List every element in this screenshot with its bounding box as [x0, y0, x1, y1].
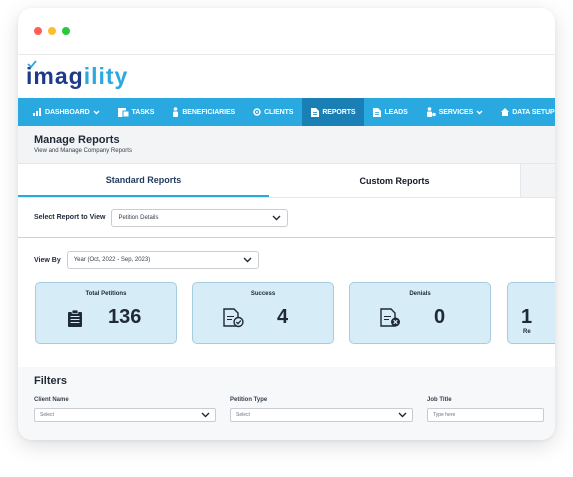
chevron-down-icon	[398, 412, 407, 418]
chevron-down-icon	[201, 412, 210, 418]
chevron-down-icon	[243, 257, 252, 263]
chevron-down-icon	[272, 215, 281, 220]
petition-type-select[interactable]: Select	[230, 408, 413, 422]
nav-item-label: LEADS	[384, 108, 408, 116]
view-by-value: Year (Oct, 2022 - Sep, 2023)	[73, 257, 151, 263]
bar-chart-icon	[33, 108, 41, 116]
nav-item-label: SERVICES	[438, 108, 474, 116]
client-name-label: Client Name	[34, 397, 69, 403]
view-by-dropdown[interactable]: Year (Oct, 2022 - Sep, 2023)	[66, 251, 259, 269]
card-denials[interactable]: Denials 0	[349, 282, 491, 344]
job-title-placeholder: Type here	[433, 412, 456, 418]
nav-item-tasks[interactable]: TASKS	[109, 98, 164, 126]
card-label: Success	[250, 291, 276, 297]
nav-item-label: DATA SETUP	[512, 108, 555, 116]
gear-icon	[253, 108, 261, 116]
doc-check-icon	[223, 308, 244, 328]
app-content: imagility DASHBOARD TASKS BENEFICIARIES …	[18, 54, 555, 440]
logo-check-icon	[27, 60, 37, 68]
logo[interactable]: imagility	[26, 60, 129, 90]
page-subtitle: View and Manage Company Reports	[34, 148, 132, 154]
job-title-input[interactable]: Type here	[427, 408, 544, 422]
petition-type-placeholder: Select	[236, 412, 250, 418]
client-name-placeholder: Select	[40, 412, 54, 418]
view-by-label: View By	[34, 256, 61, 264]
nav-item-reports[interactable]: REPORTS	[302, 98, 365, 126]
nav-item-services[interactable]: SERVICES	[417, 98, 492, 126]
nav-item-clients[interactable]: CLIENTS	[244, 98, 302, 126]
tab-standard-reports[interactable]: Standard Reports	[18, 164, 269, 197]
page-header: Manage Reports View and Manage Company R…	[18, 126, 555, 164]
main-navbar: DASHBOARD TASKS BENEFICIARIES CLIENTS RE…	[18, 98, 555, 126]
card-value: 4	[277, 306, 289, 328]
nav-item-leads[interactable]: LEADS	[364, 98, 416, 126]
nav-item-dashboard[interactable]: DASHBOARD	[24, 98, 109, 126]
minimize-window-button[interactable]	[48, 27, 56, 35]
chevron-down-icon	[476, 110, 483, 114]
card-sub-label: Re	[523, 329, 531, 335]
report-select-dropdown[interactable]: Petition Details	[111, 208, 289, 227]
document-icon	[311, 107, 320, 117]
card-label: Total Petitions	[85, 291, 127, 297]
report-tabs: Standard Reports Custom Reports	[18, 164, 555, 198]
petition-type-label: Petition Type	[230, 397, 268, 403]
filters-title: Filters	[34, 375, 68, 387]
app-window: imagility DASHBOARD TASKS BENEFICIARIES …	[18, 8, 555, 440]
card-partial[interactable]: 1 Re	[507, 282, 555, 344]
tab-custom-reports[interactable]: Custom Reports	[269, 164, 520, 197]
nav-item-data-setup[interactable]: DATA SETUP	[492, 98, 555, 126]
maximize-window-button[interactable]	[62, 27, 70, 35]
job-title-label: Job Title	[427, 397, 452, 403]
card-label: Denials	[409, 291, 431, 297]
report-select-label: Select Report to View	[34, 214, 106, 221]
tabs-filler	[520, 164, 555, 197]
card-value: 136	[108, 306, 142, 328]
card-value: 1	[521, 306, 533, 328]
doc-x-icon	[380, 308, 400, 327]
nav-item-label: DASHBOARD	[45, 108, 90, 116]
document-icon	[373, 107, 382, 117]
header: imagility	[18, 55, 555, 98]
logo-text-accent: ility	[83, 63, 129, 89]
clipboard-icon	[68, 310, 82, 327]
nav-item-label: BENEFICIARIES	[182, 108, 236, 116]
nav-item-label: CLIENTS	[264, 108, 294, 116]
filters-panel: Filters Client Name Select Petition Type…	[18, 367, 555, 440]
nav-item-beneficiaries[interactable]: BENEFICIARIES	[163, 98, 244, 126]
report-select-row: Select Report to View Petition Details	[18, 198, 555, 238]
nav-item-label: REPORTS	[322, 108, 356, 116]
close-window-button[interactable]	[34, 27, 42, 35]
client-name-select[interactable]: Select	[34, 408, 216, 422]
view-by-row: View By Year (Oct, 2022 - Sep, 2023)	[18, 240, 555, 280]
person-gear-icon	[426, 107, 436, 117]
home-icon	[501, 108, 510, 116]
report-select-value: Petition Details	[118, 214, 159, 221]
chevron-down-icon	[93, 110, 100, 114]
summary-cards: Total Petitions 136 Success 4 Denials 0 …	[18, 280, 555, 352]
person-icon	[173, 107, 179, 117]
card-value: 0	[434, 306, 446, 328]
card-success[interactable]: Success 4	[192, 282, 334, 344]
tasks-icon	[117, 107, 129, 117]
nav-item-label: TASKS	[131, 108, 155, 116]
page-title: Manage Reports	[34, 134, 120, 146]
window-titlebar	[18, 8, 555, 54]
card-total-petitions[interactable]: Total Petitions 136	[35, 282, 177, 344]
